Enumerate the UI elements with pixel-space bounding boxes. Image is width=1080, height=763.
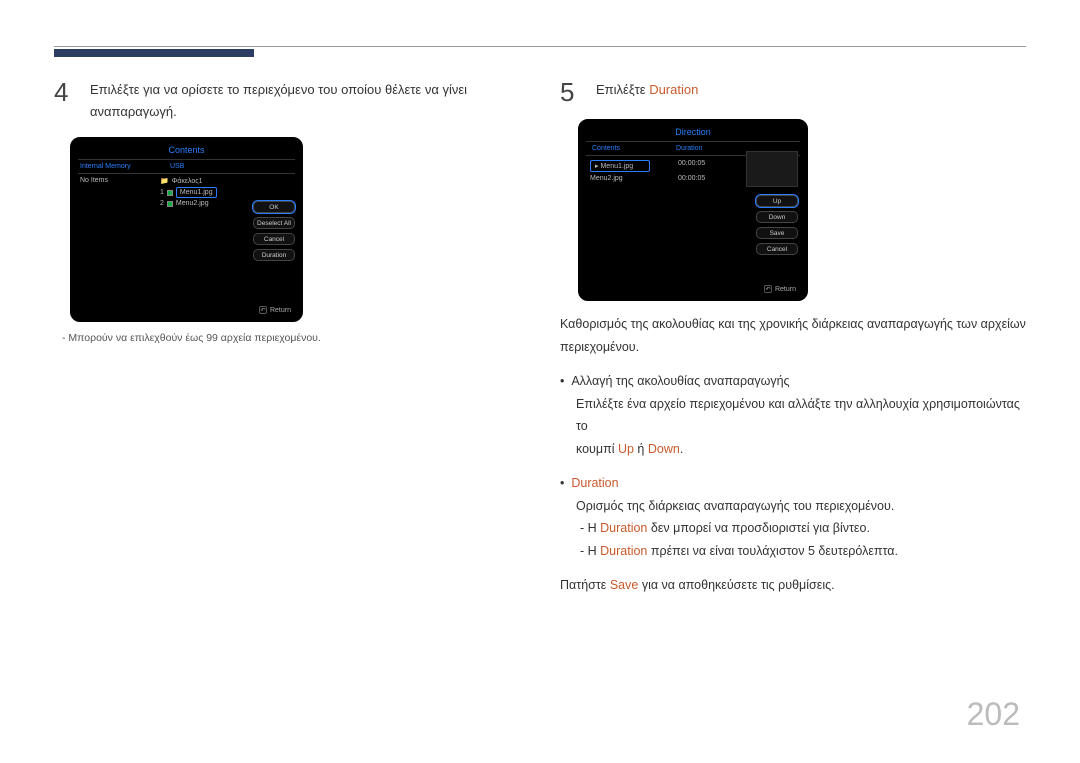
device-direction: Direction Contents Duration ▸ Menu1.jpg … xyxy=(578,119,808,301)
checkbox-icon xyxy=(167,201,173,207)
last-b: για να αποθηκεύσετε τις ρυθμίσεις. xyxy=(638,578,834,592)
page: 4 Επιλέξτε για να ορίσετε το περιεχόμενο… xyxy=(0,0,1080,763)
bullet-sub: Ορισμός της διάρκειας αναπαραγωγής του π… xyxy=(576,495,894,518)
hl-down: Down xyxy=(648,442,680,456)
return-row[interactable]: ↶ Return xyxy=(259,306,291,314)
deselect-all-button[interactable]: Deselect All xyxy=(253,217,295,229)
down-button[interactable]: Down xyxy=(756,211,798,223)
item-name: Menu1.jpg xyxy=(180,189,213,196)
return-label: Return xyxy=(270,307,291,314)
folder-icon: 📁 xyxy=(160,177,169,185)
sub-end: . xyxy=(680,442,683,456)
d1-a: Η xyxy=(588,521,601,535)
step-text: Επιλέξτε Duration xyxy=(596,79,698,101)
bullet-prefix: • xyxy=(560,476,564,490)
selected-item: Menu1.jpg xyxy=(176,187,217,198)
accent-bar xyxy=(54,49,254,57)
last-a: Πατήστε xyxy=(560,578,610,592)
step-line-1: Επιλέξτε για να ορίσετε το περιεχόμενο τ… xyxy=(90,82,467,97)
device-headers: Internal Memory USB xyxy=(72,160,301,173)
hl-duration: Duration xyxy=(571,476,618,490)
step-5: 5 Επιλέξτε Duration xyxy=(560,79,1026,105)
col-internal: No Items xyxy=(80,176,150,208)
preview-box xyxy=(746,151,798,187)
up-button[interactable]: Up xyxy=(756,195,798,207)
row-name: Menu2.jpg xyxy=(590,175,650,182)
no-items: No Items xyxy=(80,176,150,185)
step-highlight: Duration xyxy=(649,82,698,97)
step-text: Επιλέξτε για να ορίσετε το περιεχόμενο τ… xyxy=(90,79,467,123)
last-line: Πατήστε Save για να αποθηκεύσετε τις ρυθ… xyxy=(560,574,1026,597)
d2-hl: Duration xyxy=(600,544,647,558)
row-name-text: Menu1.jpg xyxy=(600,163,633,170)
item-idx: 2 xyxy=(160,200,164,207)
header-usb: USB xyxy=(170,163,184,170)
top-rule xyxy=(54,46,1026,47)
checkbox-icon xyxy=(167,190,173,196)
bullet-sub: Επιλέξτε ένα αρχείο περιεχομένου και αλλ… xyxy=(576,393,1026,461)
item-name: Φάκελος1 xyxy=(172,178,203,185)
save-button[interactable]: Save xyxy=(756,227,798,239)
header-internal: Internal Memory xyxy=(80,163,150,170)
header-duration: Duration xyxy=(676,145,702,152)
device-contents: Contents Internal Memory USB No Items 📁 … xyxy=(70,137,303,322)
return-icon: ↶ xyxy=(764,285,772,293)
return-icon: ↶ xyxy=(259,306,267,314)
button-stack: Up Down Save Cancel xyxy=(756,195,798,255)
columns: 4 Επιλέξτε για να ορίσετε το περιεχόμενο… xyxy=(54,79,1026,597)
device-title: Contents xyxy=(72,139,301,159)
dash-1: Η Duration δεν μπορεί να προσδιοριστεί γ… xyxy=(594,517,870,540)
right-column: 5 Επιλέξτε Duration Direction Contents D… xyxy=(560,79,1026,597)
dash-2: Η Duration πρέπει να είναι τουλάχιστον 5… xyxy=(594,540,898,563)
list-item[interactable]: 📁 Φάκελος1 xyxy=(160,176,293,186)
row-name: ▸ Menu1.jpg xyxy=(590,160,650,172)
row-duration: 00:00:05 xyxy=(678,160,705,172)
list-item[interactable]: 1 Menu1.jpg xyxy=(160,186,293,199)
hl-up: Up xyxy=(618,442,634,456)
sub-line-1: Επιλέξτε ένα αρχείο περιεχομένου και αλλ… xyxy=(576,397,1020,434)
cancel-button[interactable]: Cancel xyxy=(756,243,798,255)
d2-a: Η xyxy=(588,544,601,558)
step-text-prefix: Επιλέξτε xyxy=(596,82,649,97)
sub-mid: ή xyxy=(634,442,648,456)
ok-button[interactable]: OK xyxy=(253,201,295,213)
d1-b: δεν μπορεί να προσδιοριστεί για βίντεο. xyxy=(647,521,870,535)
step-number: 4 xyxy=(54,79,78,105)
button-stack: OK Deselect All Cancel Duration xyxy=(253,201,295,261)
d2-b: πρέπει να είναι τουλάχιστον 5 δευτερόλεπ… xyxy=(647,544,898,558)
bullet-prefix: • xyxy=(560,374,564,388)
left-column: 4 Επιλέξτε για να ορίσετε το περιεχόμενο… xyxy=(54,79,520,597)
sub-line-2a: κουμπί xyxy=(576,442,618,456)
d1-hl: Duration xyxy=(600,521,647,535)
last-hl: Save xyxy=(610,578,639,592)
footnote: Μπορούν να επιλεχθούν έως 99 αρχεία περι… xyxy=(62,332,520,344)
device-title: Direction xyxy=(580,121,806,141)
header-contents: Contents xyxy=(592,145,656,152)
step-number: 5 xyxy=(560,79,584,105)
bullet-text: Αλλαγή της ακολουθίας αναπαραγωγής xyxy=(571,374,789,388)
step-4: 4 Επιλέξτε για να ορίσετε το περιεχόμενο… xyxy=(54,79,520,123)
duration-button[interactable]: Duration xyxy=(253,249,295,261)
bullet-2: • Duration Ορισμός της διάρκειας αναπαρα… xyxy=(560,472,1026,562)
bullet-1: • Αλλαγή της ακολουθίας αναπαραγωγής Επι… xyxy=(560,370,1026,460)
paragraph: Καθορισμός της ακολουθίας και της χρονικ… xyxy=(560,313,1026,358)
page-number: 202 xyxy=(967,696,1020,733)
item-idx: 1 xyxy=(160,189,164,196)
row-duration: 00:00:05 xyxy=(678,175,705,182)
return-row[interactable]: ↶ Return xyxy=(764,285,796,293)
return-label: Return xyxy=(775,286,796,293)
item-name: Menu2.jpg xyxy=(176,200,209,207)
step-line-2: αναπαραγωγή. xyxy=(90,104,177,119)
cancel-button[interactable]: Cancel xyxy=(253,233,295,245)
